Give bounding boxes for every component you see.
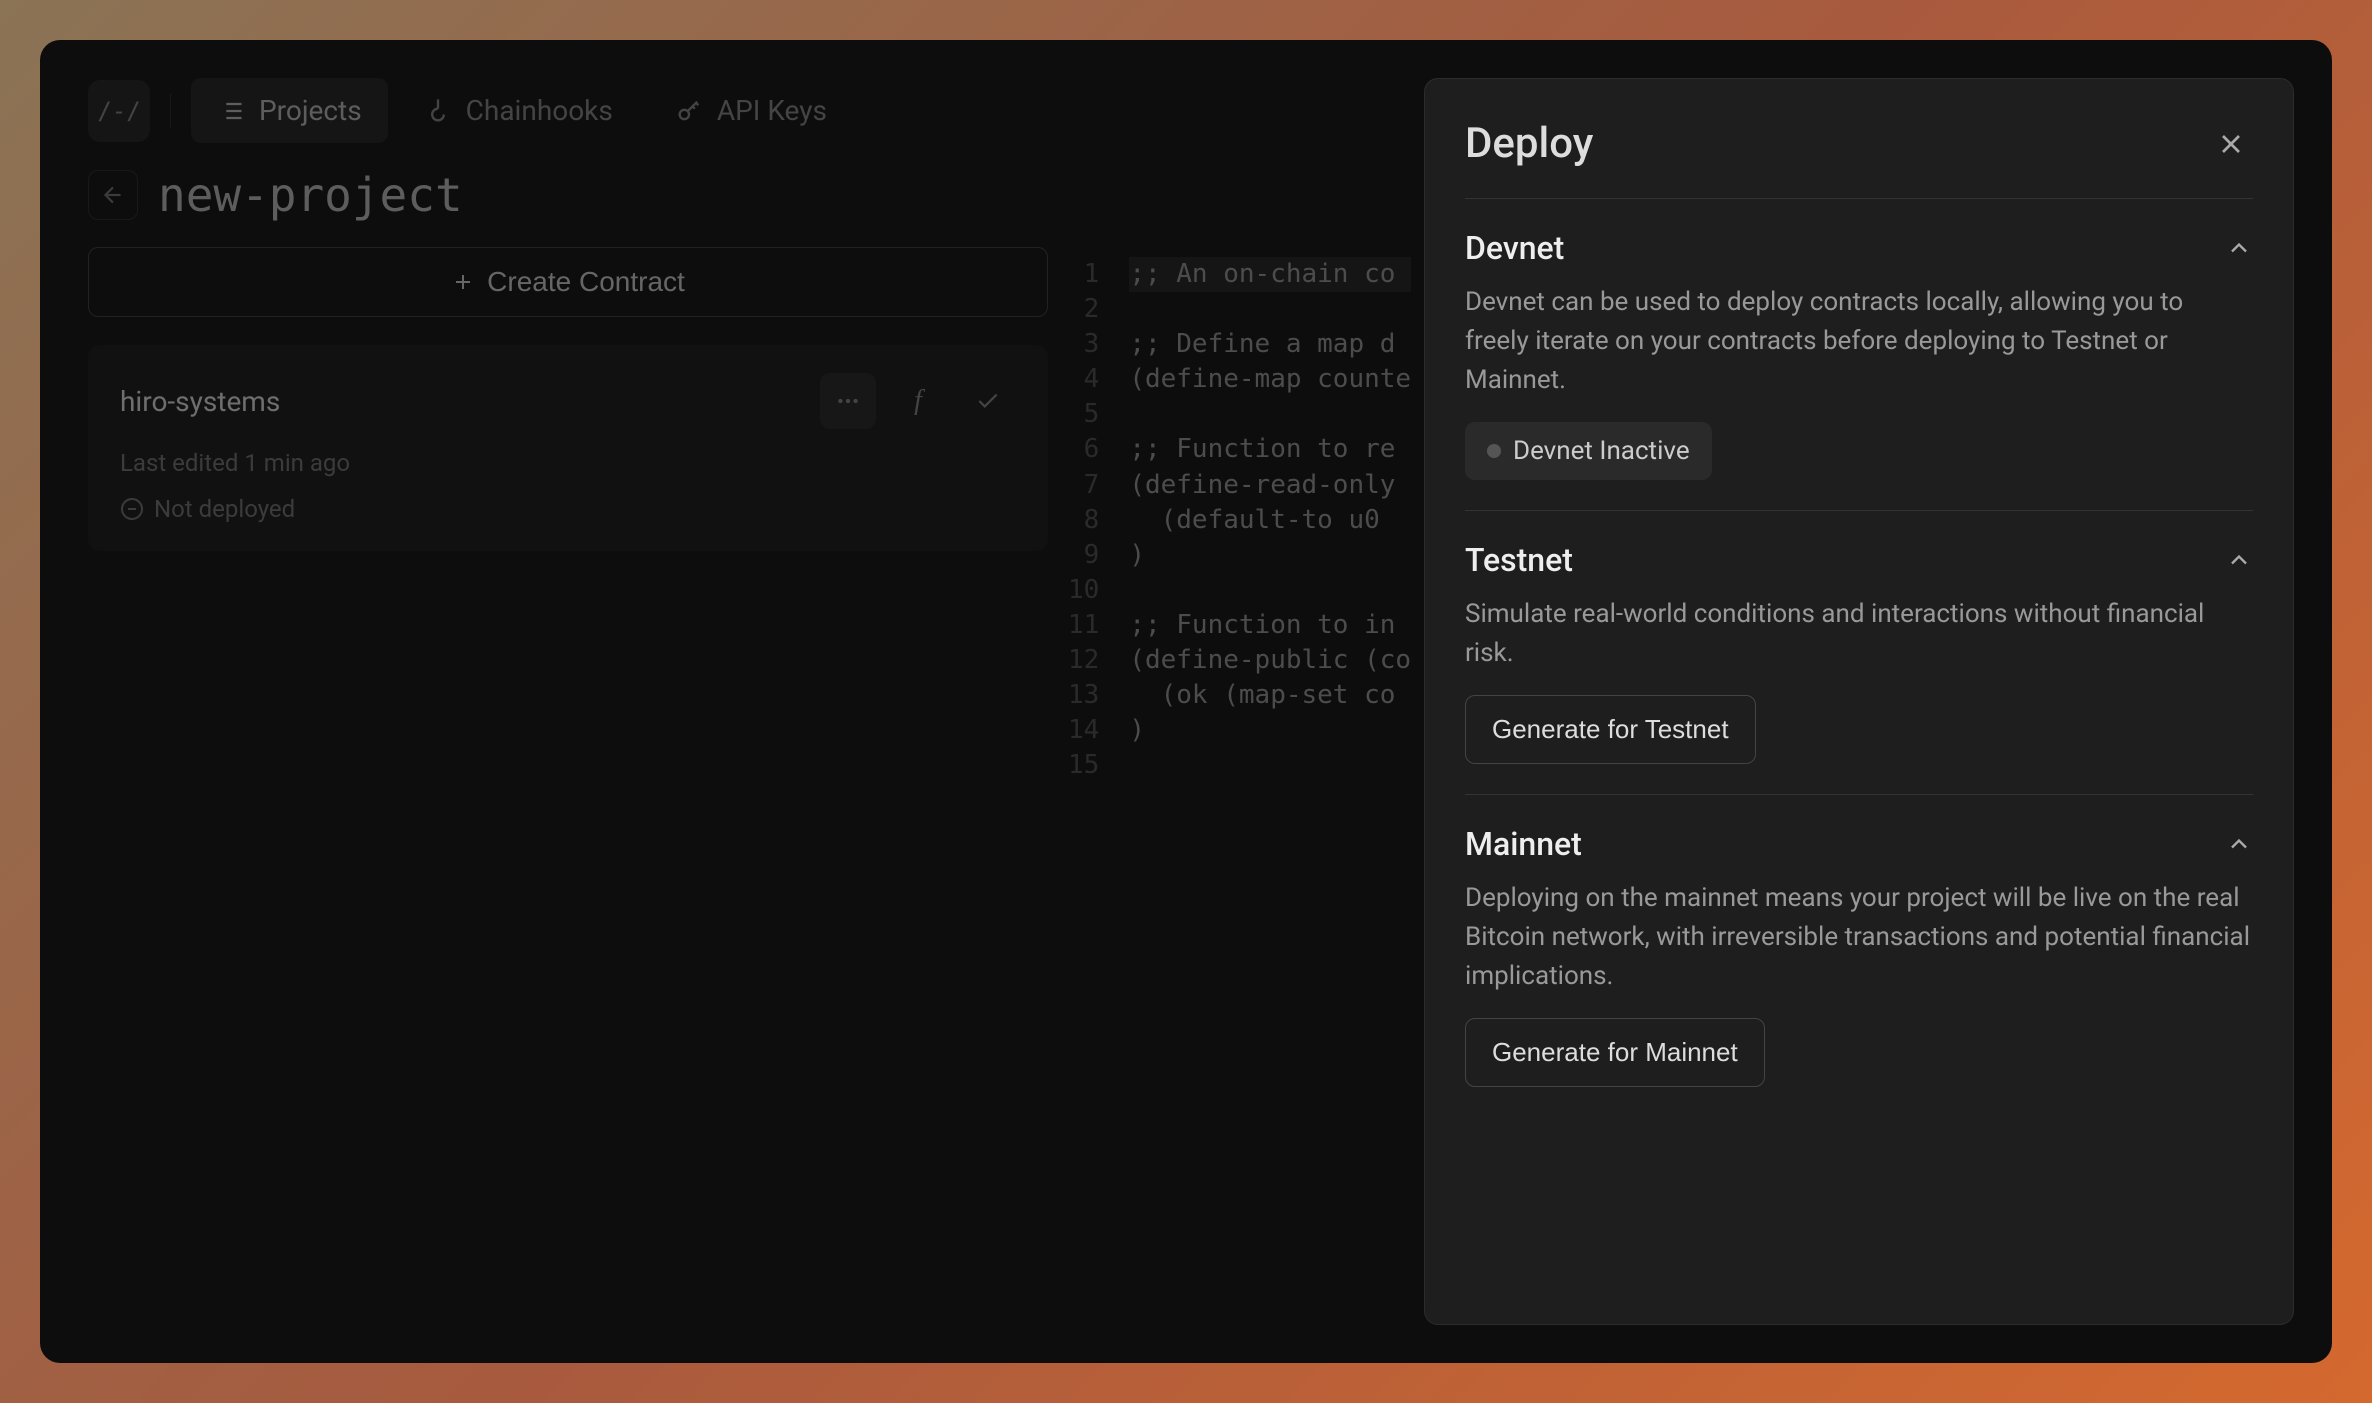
app-logo[interactable]: /-/ — [88, 80, 150, 142]
back-button[interactable] — [88, 170, 138, 220]
nav-label: API Keys — [717, 94, 827, 127]
more-button[interactable] — [820, 373, 876, 429]
project-title: new-project — [158, 168, 463, 222]
testnet-section: Testnet Simulate real-world conditions a… — [1465, 511, 2253, 795]
mainnet-toggle[interactable]: Mainnet — [1465, 825, 2253, 863]
not-deployed-icon — [120, 497, 144, 521]
list-icon — [217, 97, 245, 125]
generate-mainnet-button[interactable]: Generate for Mainnet — [1465, 1018, 1765, 1087]
deploy-title: Deploy — [1465, 119, 1593, 168]
devnet-title: Devnet — [1465, 229, 1564, 267]
nav-chainhooks[interactable]: Chainhooks — [398, 78, 639, 143]
create-contract-label: Create Contract — [487, 266, 685, 298]
chevron-up-icon — [2225, 546, 2253, 574]
function-icon: f — [914, 385, 922, 417]
close-button[interactable] — [2209, 122, 2253, 166]
code-content: ;; An on-chain co ;; Define a map d(defi… — [1129, 257, 1411, 1315]
devnet-body: Devnet can be used to deploy contracts l… — [1465, 283, 2253, 400]
nav-apikeys[interactable]: API Keys — [649, 78, 853, 143]
close-icon — [2215, 128, 2247, 160]
devnet-section: Devnet Devnet can be used to deploy cont… — [1465, 199, 2253, 511]
generate-testnet-button[interactable]: Generate for Testnet — [1465, 695, 1756, 764]
ellipsis-icon — [835, 388, 861, 414]
nav-label: Projects — [259, 94, 362, 127]
testnet-title: Testnet — [1465, 541, 1573, 579]
hook-icon — [424, 97, 452, 125]
chevron-up-icon — [2225, 234, 2253, 262]
devnet-status-pill[interactable]: Devnet Inactive — [1465, 422, 1712, 480]
mainnet-body: Deploying on the mainnet means your proj… — [1465, 879, 2253, 996]
deploy-panel: Deploy Devnet Devnet can be used to depl… — [1424, 78, 2294, 1325]
deploy-status: Not deployed — [154, 495, 295, 523]
last-edited: Last edited 1 min ago — [120, 449, 1016, 477]
status-dot-icon — [1487, 444, 1501, 458]
check-button[interactable] — [960, 373, 1016, 429]
chevron-up-icon — [2225, 830, 2253, 858]
mainnet-title: Mainnet — [1465, 825, 1582, 863]
function-button[interactable]: f — [890, 373, 946, 429]
devnet-toggle[interactable]: Devnet — [1465, 229, 2253, 267]
nav-projects[interactable]: Projects — [191, 78, 388, 143]
testnet-body: Simulate real-world conditions and inter… — [1465, 595, 2253, 673]
plus-icon — [451, 270, 475, 294]
contract-card[interactable]: hiro-systems f Last edited 1 min ago — [88, 345, 1048, 551]
contract-name: hiro-systems — [120, 385, 806, 418]
divider — [170, 94, 171, 128]
nav-label: Chainhooks — [466, 94, 613, 127]
mainnet-section: Mainnet Deploying on the mainnet means y… — [1465, 795, 2253, 1117]
devnet-status-label: Devnet Inactive — [1513, 436, 1690, 466]
testnet-toggle[interactable]: Testnet — [1465, 541, 2253, 579]
create-contract-button[interactable]: Create Contract — [88, 247, 1048, 317]
key-icon — [675, 97, 703, 125]
line-gutter: 123456789101112131415 — [1068, 257, 1129, 1315]
check-icon — [975, 388, 1001, 414]
